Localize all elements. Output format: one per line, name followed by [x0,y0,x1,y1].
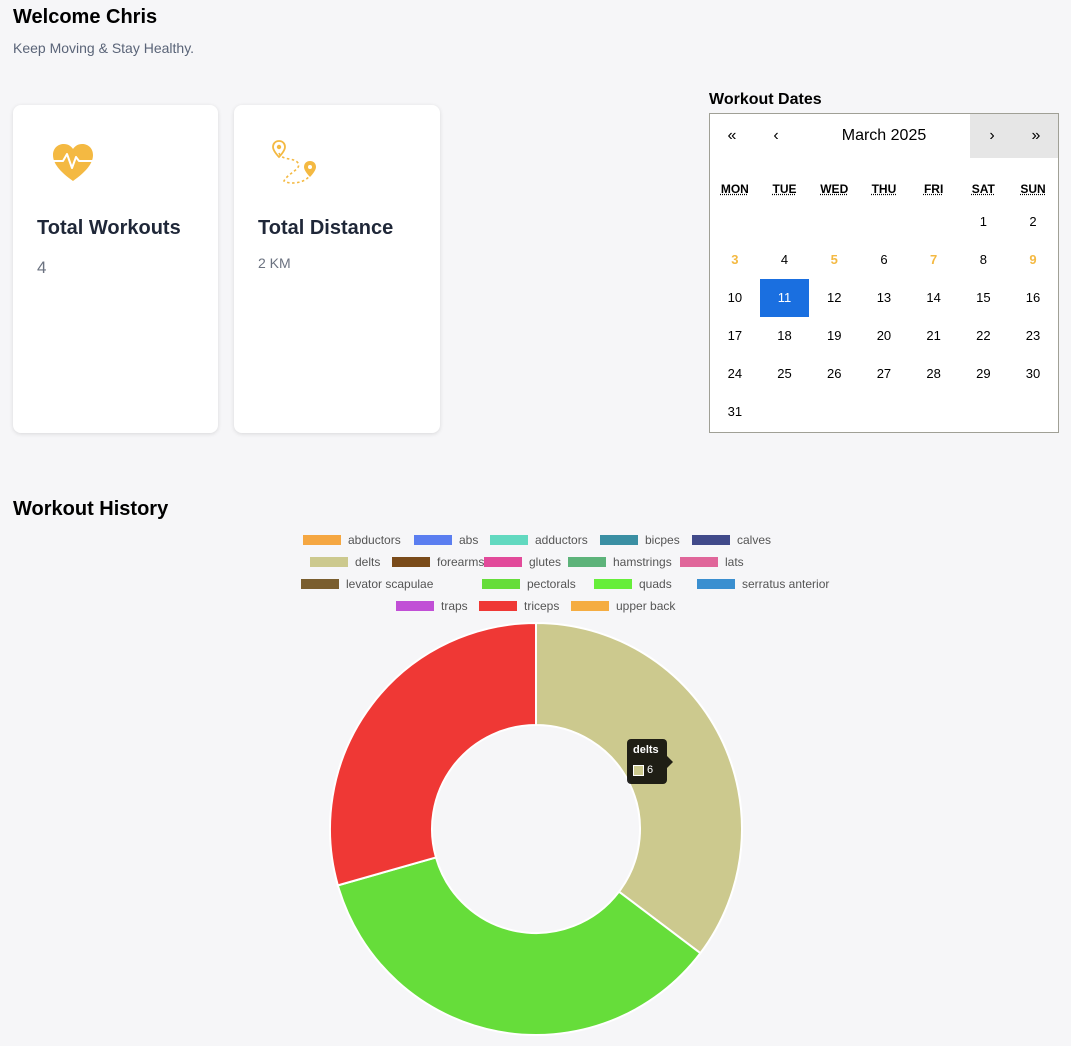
tooltip-value: 6 [647,764,654,776]
tooltip-swatch [633,765,644,776]
workout-history-donut-chart [329,621,743,1036]
tooltip-caret [667,756,673,768]
chart-tooltip: delts 6 [627,739,673,784]
tooltip-title: delts [633,744,659,756]
donut-slice-delts[interactable] [535,621,743,955]
donut-slice-triceps[interactable] [329,621,537,887]
